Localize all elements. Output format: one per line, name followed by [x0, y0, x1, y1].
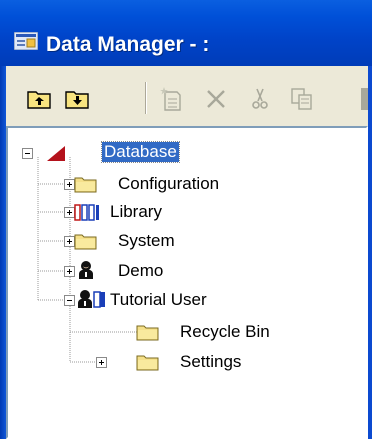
cut-icon[interactable]	[246, 86, 274, 112]
tree-label-recycle-bin[interactable]: Recycle Bin	[180, 322, 270, 342]
tree-label-configuration[interactable]: Configuration	[118, 174, 219, 194]
tree-label-settings[interactable]: Settings	[180, 352, 241, 372]
copy-icon[interactable]	[288, 86, 316, 112]
tree-node-tutorial-user[interactable]: Tutorial User	[8, 288, 370, 312]
window-title: Data Manager - :	[46, 33, 210, 56]
delete-icon[interactable]	[202, 86, 230, 112]
tree-node-settings[interactable]: Settings	[8, 350, 370, 374]
folder-icon	[74, 234, 97, 250]
new-item-icon[interactable]	[158, 86, 186, 112]
tree-label-tutorial-user[interactable]: Tutorial User	[110, 290, 207, 310]
tree-node-configuration[interactable]: Configuration	[8, 172, 370, 196]
folder-up-icon[interactable]	[26, 86, 54, 112]
folder-icon	[136, 325, 159, 341]
user-book-icon	[78, 290, 105, 308]
toolbar-overflow	[361, 88, 368, 110]
collapse-toggle[interactable]	[64, 295, 75, 306]
folder-down-icon[interactable]	[64, 86, 92, 112]
user-icon	[79, 261, 93, 279]
toolbar	[6, 66, 368, 126]
collapse-toggle[interactable]	[22, 148, 33, 159]
tree-node-demo[interactable]: Demo	[8, 259, 370, 283]
database-icon	[47, 146, 65, 161]
expand-toggle[interactable]	[96, 357, 107, 368]
tree-node-system[interactable]: System	[8, 229, 370, 253]
data-manager-icon	[14, 32, 38, 50]
tree-view[interactable]: Database Configuration Library System De…	[6, 126, 368, 439]
library-icon	[74, 204, 99, 221]
tree-label-database[interactable]: Database	[101, 141, 180, 163]
expand-toggle[interactable]	[64, 266, 75, 277]
folder-icon	[136, 355, 159, 371]
tree-label-system[interactable]: System	[118, 231, 175, 251]
tree-node-database[interactable]: Database	[8, 141, 370, 166]
tree-node-recycle-bin[interactable]: Recycle Bin	[8, 320, 370, 344]
toolbar-separator	[145, 82, 147, 114]
tree-panel: Database Configuration Library System De…	[6, 126, 368, 439]
tree-label-demo[interactable]: Demo	[118, 261, 163, 281]
title-bar[interactable]: Data Manager - :	[0, 0, 372, 66]
folder-icon	[74, 177, 97, 193]
tree-node-library[interactable]: Library	[8, 200, 370, 224]
tree-label-library[interactable]: Library	[110, 202, 162, 222]
